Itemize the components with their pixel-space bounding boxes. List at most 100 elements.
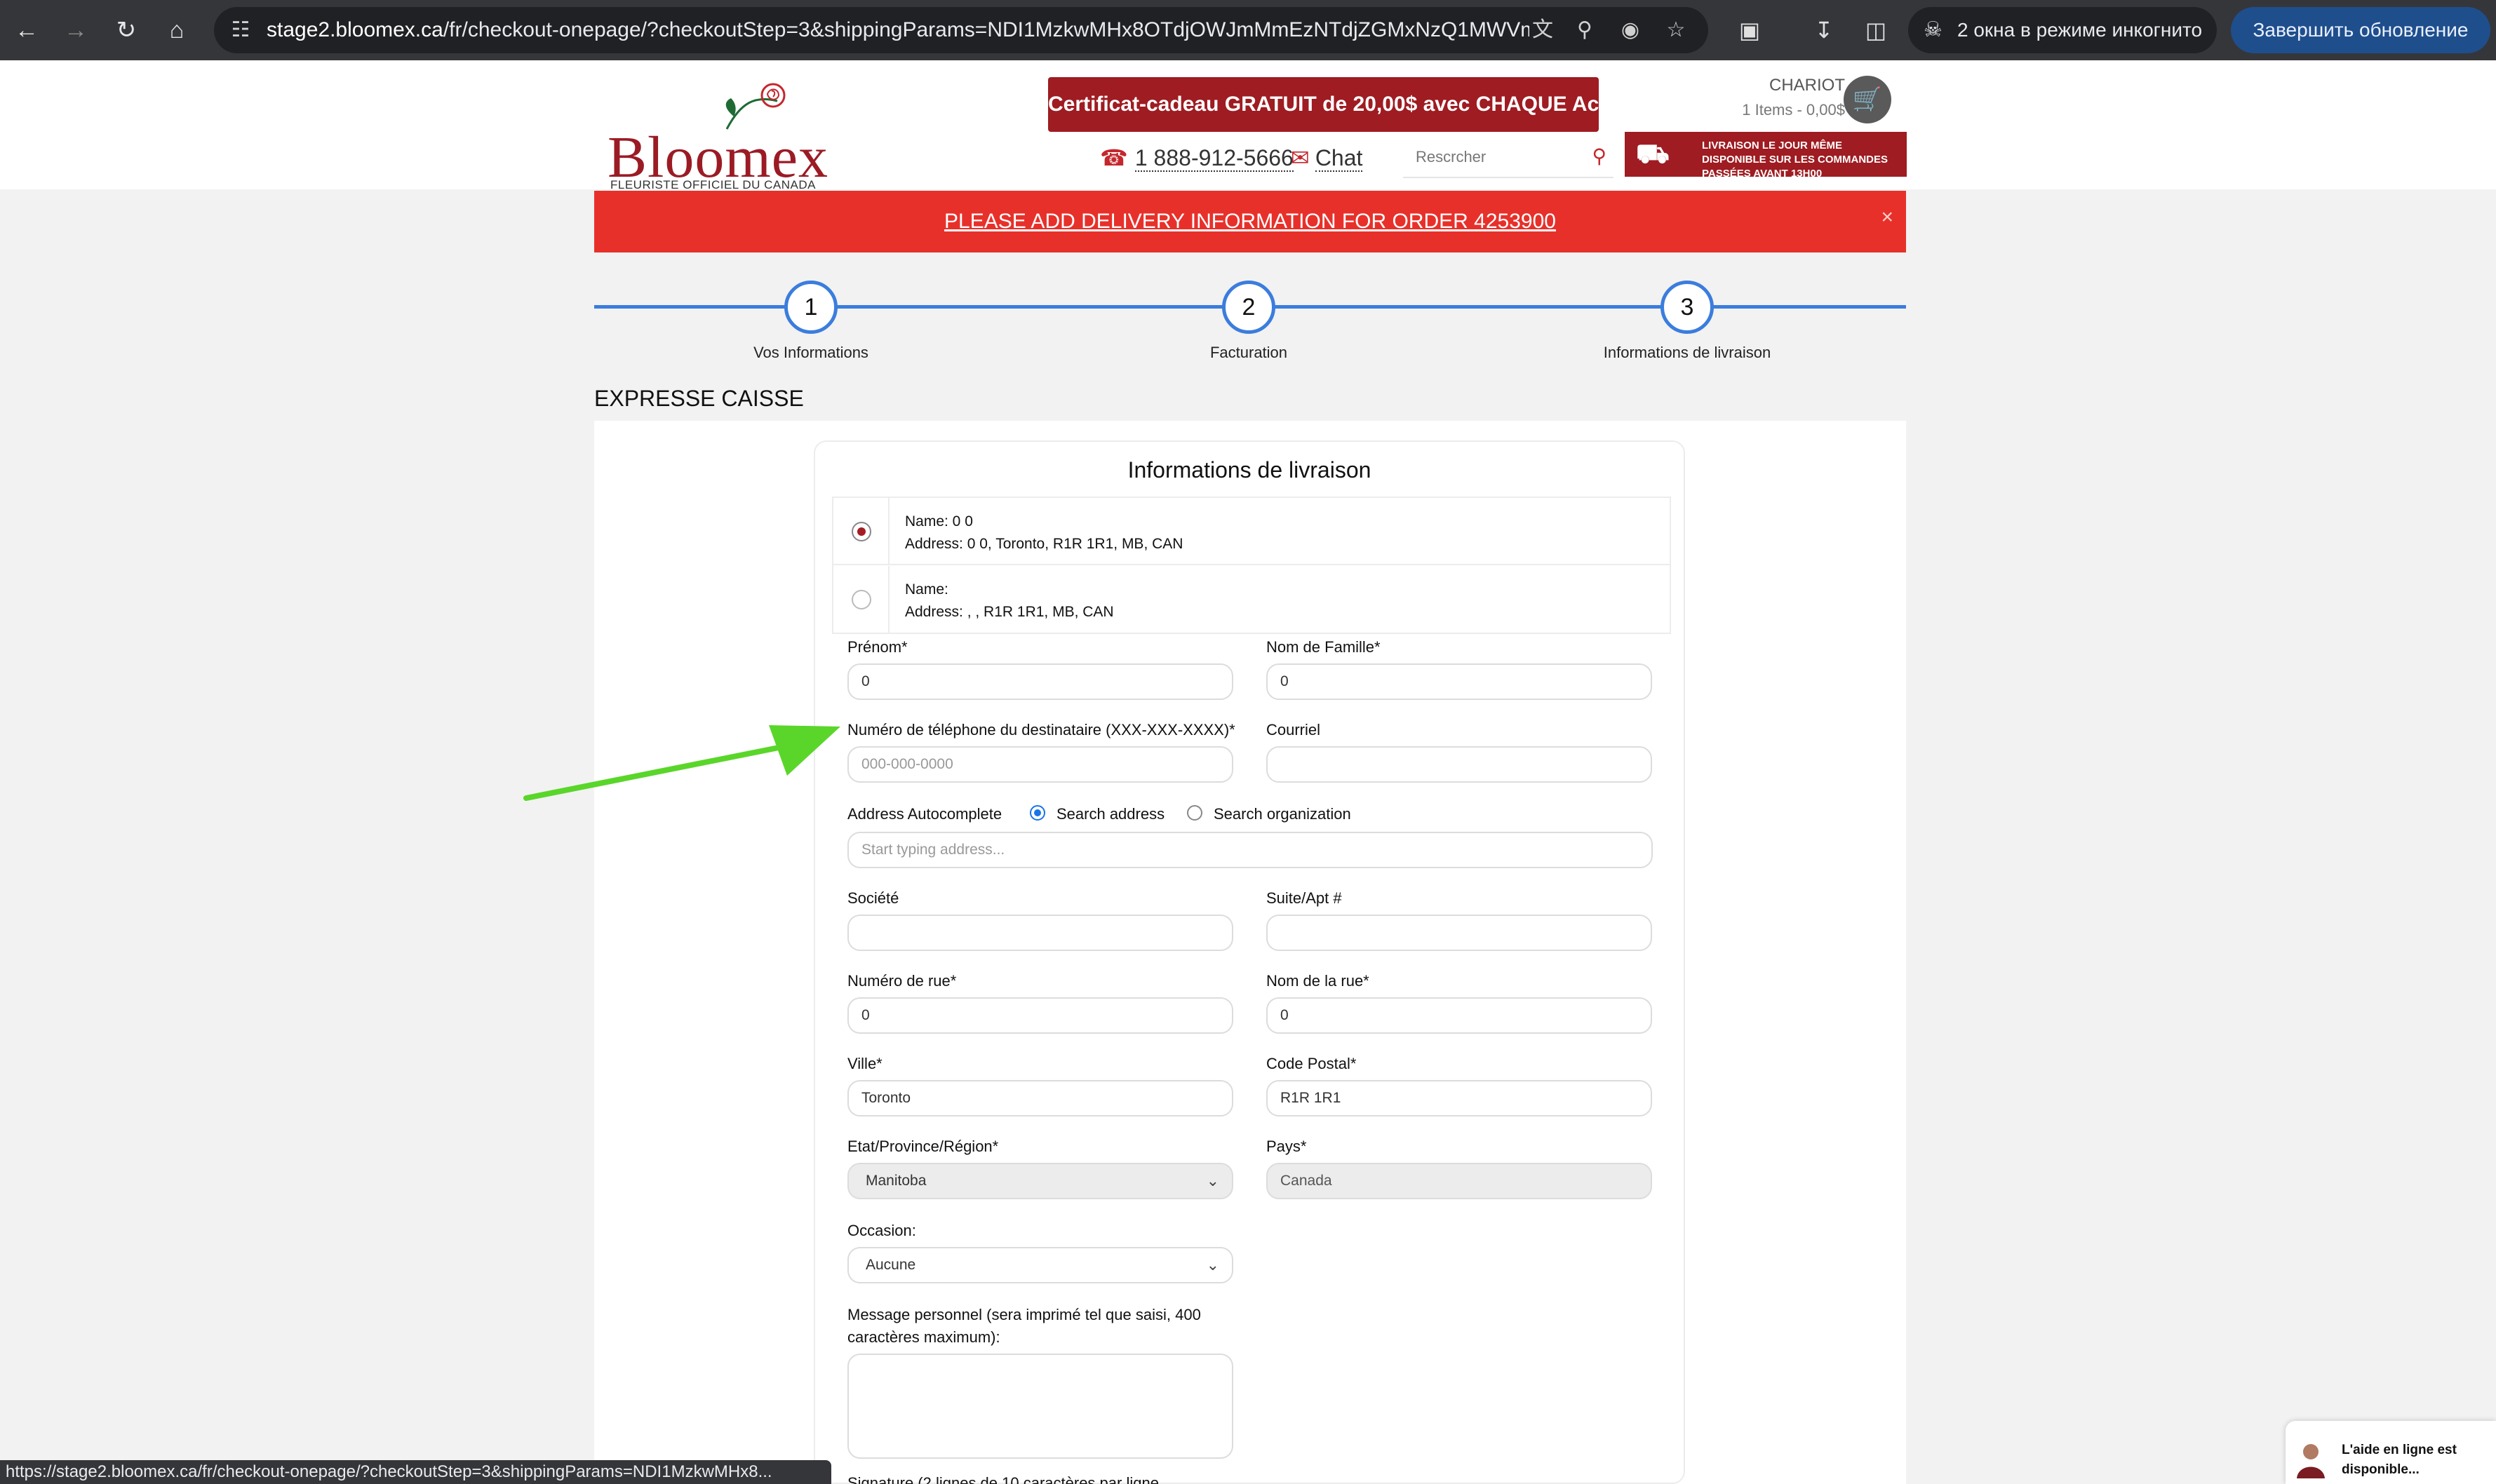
- chevron-down-icon: ⌄: [1206, 1256, 1219, 1274]
- step-3-circle[interactable]: 3: [1660, 281, 1714, 334]
- occasion-select[interactable]: Aucune ⌄: [847, 1247, 1233, 1283]
- browser-status-url: https://stage2.bloomex.ca/fr/checkout-on…: [0, 1460, 831, 1484]
- address-name: Name:: [905, 581, 948, 598]
- url-host: stage2.bloomex.ca: [267, 18, 443, 41]
- finish-update-button[interactable]: Завершить обновление: [2231, 7, 2490, 53]
- same-day-text: LIVRAISON LE JOUR MÊME DISPONIBLE SUR LE…: [1702, 140, 1888, 180]
- last-name-label: Nom de Famille*: [1266, 638, 1381, 656]
- step-3-label: Informations de livraison: [1603, 344, 1771, 361]
- search-address-label[interactable]: Search address: [1056, 805, 1165, 823]
- street-number-label: Numéro de rue*: [847, 972, 957, 990]
- site-search: ⚲: [1403, 137, 1613, 178]
- search-icon[interactable]: ⚲: [1592, 144, 1606, 168]
- step-1-label: Vos Informations: [753, 344, 868, 361]
- cart-label[interactable]: CHARIOT: [1712, 76, 1845, 95]
- incognito-icon: ☠: [1924, 18, 1943, 41]
- cart-summary[interactable]: 1 Items - 0,00$: [1684, 101, 1845, 119]
- url-text[interactable]: stage2.bloomex.ca/fr/checkout-onepage/?c…: [267, 7, 1529, 53]
- chat-widget-line1: L'aide en ligne est: [2342, 1443, 2457, 1457]
- occasion-label: Occasion:: [847, 1222, 916, 1239]
- search-organization-radio[interactable]: [1187, 805, 1202, 821]
- url-path: /fr/checkout-onepage/?checkoutStep=3&shi…: [443, 18, 1529, 41]
- personal-message-textarea[interactable]: [847, 1354, 1233, 1459]
- address-line: Address: , , R1R 1R1, MB, CAN: [905, 604, 1114, 620]
- company-input[interactable]: [847, 915, 1233, 951]
- address-radio-selected[interactable]: [852, 522, 871, 541]
- autocomplete-label: Address Autocomplete: [847, 805, 1002, 823]
- truck-chat-icon: ✉: [1291, 145, 1310, 170]
- email-input[interactable]: [1266, 746, 1652, 783]
- reload-icon[interactable]: ↻: [109, 13, 143, 47]
- radio-cell: [833, 498, 890, 565]
- bookmark-star-icon[interactable]: ☆: [1659, 13, 1693, 47]
- alert-message-link[interactable]: PLEASE ADD DELIVERY INFORMATION FOR ORDE…: [944, 210, 1556, 233]
- browser-toolbar: ← → ↻ ⌂ ☷ stage2.bloomex.ca/fr/checkout-…: [0, 0, 2496, 60]
- card-title: Informations de livraison: [1127, 457, 1371, 483]
- suite-input[interactable]: [1266, 915, 1652, 951]
- chat-widget-line2: disponible...: [2342, 1462, 2420, 1477]
- incognito-indicator[interactable]: ☠ 2 окна в режиме инкогнито: [1908, 7, 2217, 53]
- first-name-input[interactable]: [847, 663, 1233, 700]
- step-2-circle[interactable]: 2: [1222, 281, 1275, 334]
- city-label: Ville*: [847, 1055, 883, 1072]
- chevron-down-icon: ⌄: [1206, 1172, 1219, 1189]
- incognito-label: 2 окна в режиме инкогнито: [1957, 19, 2203, 41]
- address-radio[interactable]: [852, 590, 871, 609]
- live-chat-widget[interactable]: L'aide en ligne est disponible...: [2286, 1421, 2496, 1484]
- support-agent-avatar-icon: [2297, 1444, 2325, 1478]
- phone-icon: ☎: [1100, 145, 1128, 170]
- alert-close-icon[interactable]: ×: [1881, 191, 1893, 244]
- download-icon[interactable]: ↧: [1807, 13, 1841, 47]
- back-arrow-icon[interactable]: ←: [10, 13, 43, 47]
- province-select[interactable]: Manitoba ⌄: [847, 1163, 1233, 1199]
- message-label-line2: caractères maximum):: [847, 1328, 1000, 1346]
- company-label: Société: [847, 889, 899, 907]
- address-autocomplete-input[interactable]: [847, 832, 1653, 868]
- delivery-info-card: Informations de livraison Name: 0 0 Addr…: [814, 440, 1685, 1484]
- address-text: Name: 0 0 Address: 0 0, Toronto, R1R 1R1…: [905, 511, 1183, 555]
- cart-icon[interactable]: 🛒: [1844, 76, 1891, 123]
- province-label: Etat/Province/Région*: [847, 1138, 999, 1155]
- search-address-radio[interactable]: [1030, 805, 1045, 821]
- postal-code-input[interactable]: [1266, 1080, 1652, 1117]
- saved-address-row[interactable]: Name: Address: , , R1R 1R1, MB, CAN: [833, 566, 1670, 633]
- delivery-truck-icon: ⛟: [1636, 140, 1670, 169]
- chat-link[interactable]: ✉ Chat: [1291, 144, 1363, 172]
- search-organization-label[interactable]: Search organization: [1214, 805, 1351, 823]
- chat-label: Chat: [1315, 145, 1363, 172]
- address-bar[interactable]: ☷ stage2.bloomex.ca/fr/checkout-onepage/…: [214, 7, 1708, 53]
- country-label: Pays*: [1266, 1138, 1307, 1155]
- translate-icon[interactable]: 文: [1526, 13, 1559, 47]
- street-number-input[interactable]: [847, 997, 1233, 1034]
- step-1-circle[interactable]: 1: [784, 281, 838, 334]
- delivery-info-alert: PLEASE ADD DELIVERY INFORMATION FOR ORDE…: [594, 191, 1906, 252]
- city-input[interactable]: [847, 1080, 1233, 1117]
- address-text: Name: Address: , , R1R 1R1, MB, CAN: [905, 579, 1114, 623]
- site-search-input[interactable]: [1416, 137, 1577, 177]
- step-2-label: Facturation: [1209, 344, 1288, 361]
- signature-label: Signature (2 lignes de 10 caractères par…: [847, 1474, 1159, 1484]
- last-name-input[interactable]: [1266, 663, 1652, 700]
- street-name-input[interactable]: [1266, 997, 1652, 1034]
- eye-off-icon[interactable]: ◉: [1613, 13, 1647, 47]
- gift-certificate-banner[interactable]: Certificat-cadeau GRATUIT de 20,00$ avec…: [1048, 77, 1637, 132]
- saved-address-row[interactable]: Name: 0 0 Address: 0 0, Toronto, R1R 1R1…: [833, 498, 1670, 565]
- saved-address-list: Name: 0 0 Address: 0 0, Toronto, R1R 1R1…: [832, 497, 1671, 634]
- zoom-icon[interactable]: ⚲: [1568, 13, 1602, 47]
- address-line: Address: 0 0, Toronto, R1R 1R1, MB, CAN: [905, 536, 1183, 552]
- phone-link[interactable]: ☎ 1 888-912-5666: [1100, 144, 1294, 172]
- site-settings-icon[interactable]: ☷: [224, 13, 257, 47]
- radio-cell: [833, 566, 890, 633]
- home-icon[interactable]: ⌂: [160, 13, 194, 47]
- same-day-delivery-banner[interactable]: ⛟ LIVRAISON LE JOUR MÊME DISPONIBLE SUR …: [1625, 132, 1907, 180]
- bloomex-logo[interactable]: Bloomex FLEURISTE OFFICIEL DU CANADA: [608, 74, 828, 191]
- extensions-icon[interactable]: ▣: [1733, 13, 1766, 47]
- chat-widget-text: L'aide en ligne est disponible...: [2342, 1441, 2482, 1480]
- recipient-phone-input[interactable]: [847, 746, 1233, 783]
- suite-label: Suite/Apt #: [1266, 889, 1342, 907]
- address-name: Name: 0 0: [905, 513, 973, 529]
- province-selected: Manitoba: [866, 1173, 927, 1189]
- forward-arrow-icon[interactable]: →: [59, 13, 93, 47]
- recipient-phone-label: Numéro de téléphone du destinataire (XXX…: [847, 721, 1235, 738]
- side-panel-icon[interactable]: ◫: [1859, 13, 1893, 47]
